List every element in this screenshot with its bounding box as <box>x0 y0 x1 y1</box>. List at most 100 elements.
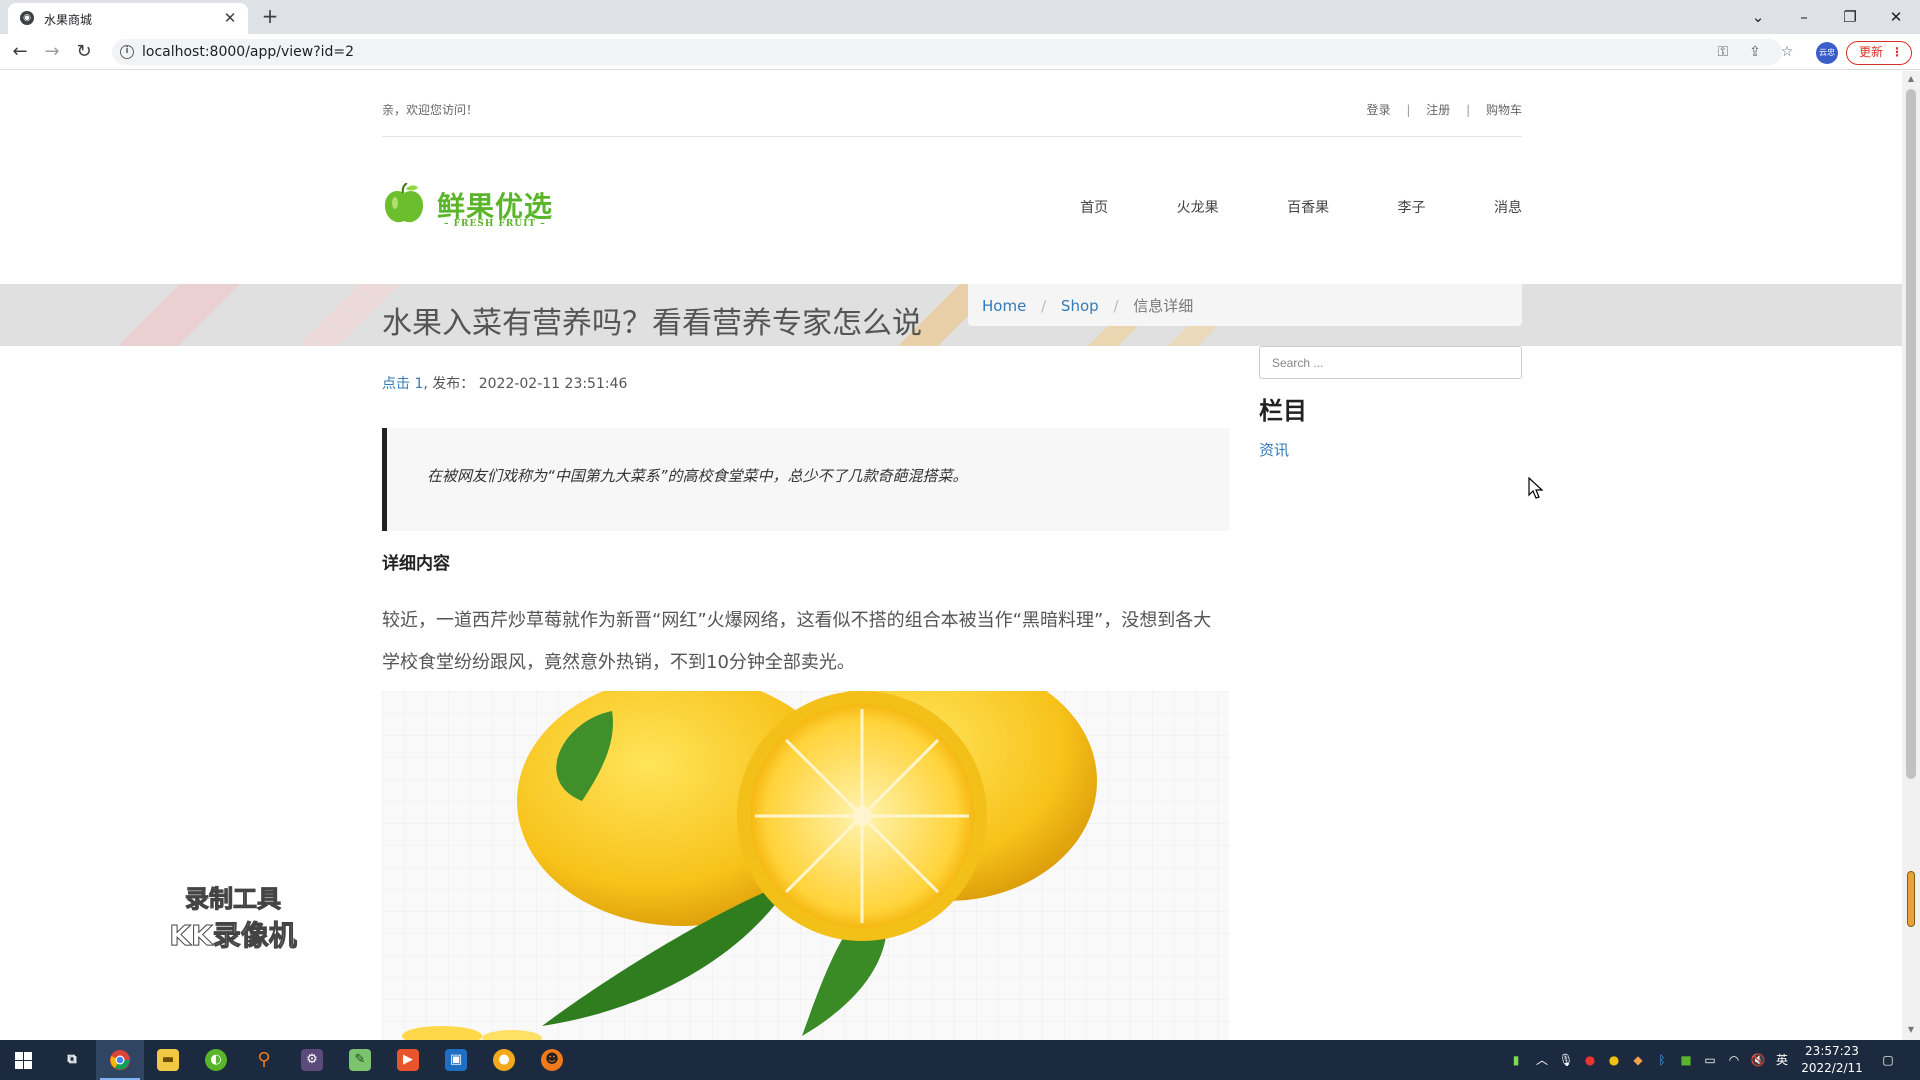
taskbar-clock[interactable]: 23:57:23 2022/2/11 <box>1792 1043 1872 1077</box>
task-view-button[interactable]: ⧉ <box>48 1040 96 1080</box>
menu-dots-icon: ⋮ <box>1891 45 1903 59</box>
breadcrumb-home[interactable]: Home <box>982 297 1026 315</box>
chrome-icon <box>110 1050 130 1070</box>
register-link[interactable]: 注册 <box>1426 101 1450 118</box>
green-tray-icon[interactable]: ■ <box>1678 1052 1694 1068</box>
battery-tray-icon[interactable]: ▮ <box>1508 1052 1524 1068</box>
search-app-icon: ⚲ <box>257 1049 271 1070</box>
banner-decoration <box>80 284 280 346</box>
nav-item-passionfruit[interactable]: 百香果 <box>1287 197 1329 217</box>
breadcrumb-separator: / <box>1041 297 1047 315</box>
taskbar-chrome[interactable] <box>96 1040 144 1080</box>
breadcrumb-shop[interactable]: Shop <box>1061 297 1099 315</box>
hit-count[interactable]: 点击 1 <box>382 376 423 392</box>
taskbar-green-app[interactable]: ◐ <box>192 1040 240 1080</box>
close-tab-icon[interactable]: ✕ <box>220 8 240 28</box>
cart-link[interactable]: 购物车 <box>1486 101 1522 118</box>
scroll-thumb[interactable] <box>1906 89 1916 779</box>
power-tray-icon[interactable]: ▭ <box>1702 1052 1718 1068</box>
account-links: 登录 | 注册 | 购物车 <box>1367 101 1522 118</box>
browser-app-icon: ● <box>493 1049 515 1071</box>
media-app-icon: ▣ <box>445 1049 467 1071</box>
update-button[interactable]: 更新 ⋮ <box>1846 41 1912 65</box>
site-info-icon[interactable]: i <box>120 45 134 59</box>
browser-tab[interactable]: ◉ 水果商城 ✕ <box>8 3 248 34</box>
taskbar-notepad[interactable]: ✎ <box>336 1040 384 1080</box>
recorder-watermark: 录制工具 KK录像机 <box>162 879 304 954</box>
restore-icon[interactable]: ❐ <box>1832 4 1868 30</box>
browser-tab-bar: ◉ 水果商城 ✕ + ⌄ – ❐ ✕ <box>0 0 1920 34</box>
brand-bar: 鲜果优选 – FRESH FRUIT – 首页 火龙果 百香果 李子 消息 <box>382 175 1522 245</box>
taskbar-file-explorer[interactable]: ▬ <box>144 1040 192 1080</box>
notification-icon[interactable]: ▢ <box>1880 1052 1896 1068</box>
separator: | <box>1406 103 1411 117</box>
yellow-tray-icon[interactable]: ● <box>1606 1052 1622 1068</box>
new-tab-icon[interactable]: + <box>258 5 282 29</box>
show-hidden-icons[interactable]: ︿ <box>1534 1052 1550 1068</box>
sidebar-heading: 栏目 <box>1259 397 1307 425</box>
nav-item-home[interactable]: 首页 <box>1080 197 1108 217</box>
share-icon[interactable]: ⇪ <box>1745 42 1765 62</box>
windows-start-icon <box>15 1052 32 1069</box>
article-meta: 点击 1, 发布： 2022-02-11 23:51:46 <box>382 373 627 393</box>
scroll-marker <box>1907 871 1915 927</box>
reload-icon[interactable]: ↻ <box>72 40 96 64</box>
watermark-line2: KK录像机 <box>169 919 297 953</box>
close-window-icon[interactable]: ✕ <box>1878 4 1914 30</box>
nav-item-plum[interactable]: 李子 <box>1398 197 1426 217</box>
bookmark-star-icon[interactable]: ☆ <box>1777 42 1797 62</box>
scroll-down-icon[interactable]: ▼ <box>1905 1025 1917 1037</box>
key-icon[interactable]: ⚿ <box>1713 42 1733 62</box>
face-app-icon: ☻ <box>541 1049 563 1071</box>
taskbar-video-app[interactable]: ▶ <box>384 1040 432 1080</box>
top-info-bar: 亲，欢迎您访问！ 登录 | 注册 | 购物车 <box>382 71 1522 137</box>
start-button[interactable] <box>0 1040 48 1080</box>
article-summary-quote: 在被网友们戏称为“中国第九大菜系”的高校食堂菜中，总少不了几款奇葩混搭菜。 <box>382 428 1229 531</box>
sidebar-search-input[interactable] <box>1259 346 1522 379</box>
taskbar-search-app[interactable]: ⚲ <box>240 1040 288 1080</box>
breadcrumb-separator: / <box>1113 297 1119 315</box>
taskbar-media-app[interactable]: ▣ <box>432 1040 480 1080</box>
page-viewport: 亲，欢迎您访问！ 登录 | 注册 | 购物车 鲜果优选 – FRESH FRUI… <box>0 71 1920 1040</box>
ime-indicator[interactable]: 英 <box>1774 1052 1790 1068</box>
scroll-up-icon[interactable]: ▲ <box>1905 74 1917 86</box>
volume-muted-icon[interactable]: 🔇 <box>1750 1052 1766 1068</box>
mouse-cursor-icon <box>1528 477 1544 499</box>
login-link[interactable]: 登录 <box>1367 101 1391 118</box>
sidebar-link-news[interactable]: 资讯 <box>1259 439 1289 460</box>
article-body: 较近，一道西芹炒草莓就作为新晋“网红”火爆网络，这看似不搭的组合本被当作“黑暗料… <box>382 610 1212 673</box>
nav-item-pitaya[interactable]: 火龙果 <box>1177 197 1219 217</box>
tab-search-icon[interactable]: ⌄ <box>1740 4 1776 30</box>
nav-item-news[interactable]: 消息 <box>1494 197 1522 217</box>
back-icon[interactable]: ← <box>8 40 32 64</box>
windows-taskbar: ⧉ ▬ ◐ ⚲ ⚙ ✎ ▶ ▣ ● ☻ ▮ ︿ 🎙 ● ● ◆ ᛒ ■ ▭ ◠ … <box>0 1040 1920 1080</box>
orange-tray-icon[interactable]: ◆ <box>1630 1052 1646 1068</box>
taskbar-game-app[interactable]: ⚙ <box>288 1040 336 1080</box>
bluetooth-tray-icon[interactable]: ᛒ <box>1654 1052 1670 1068</box>
article-title: 水果入菜有营养吗？看看营养专家怎么说 <box>382 306 922 341</box>
lemon-image <box>382 691 1229 1040</box>
globe-icon: ◉ <box>20 11 34 25</box>
notepad-icon: ✎ <box>349 1049 371 1071</box>
taskbar-browser-app[interactable]: ● <box>480 1040 528 1080</box>
minimize-icon[interactable]: – <box>1786 4 1822 30</box>
profile-avatar[interactable]: 云忠 <box>1816 42 1838 64</box>
watermark-line1: 录制工具 <box>185 885 282 914</box>
breadcrumb: Home / Shop / 信息详细 <box>968 284 1522 326</box>
taskbar-face-app[interactable]: ☻ <box>528 1040 576 1080</box>
red-tray-icon[interactable]: ● <box>1582 1052 1598 1068</box>
clock-date: 2022/2/11 <box>1801 1061 1863 1075</box>
page-scrollbar[interactable]: ▲ ▼ <box>1902 71 1920 1040</box>
clock-time: 23:57:23 <box>1805 1044 1859 1058</box>
wifi-tray-icon[interactable]: ◠ <box>1726 1052 1742 1068</box>
section-title: 详细内容 <box>382 554 450 574</box>
microphone-tray-icon[interactable]: 🎙 <box>1558 1052 1574 1068</box>
publish-label: , 发布： <box>423 376 475 392</box>
publish-time: 2022-02-11 23:51:46 <box>478 376 628 392</box>
address-bar[interactable]: i localhost:8000/app/view?id=2 <box>112 39 1782 65</box>
main-nav: 首页 火龙果 百香果 李子 消息 <box>1016 197 1522 217</box>
green-app-icon: ◐ <box>205 1049 227 1071</box>
forward-icon[interactable]: → <box>40 40 64 64</box>
url-text[interactable]: localhost:8000/app/view?id=2 <box>142 44 354 60</box>
tab-title: 水果商城 <box>44 13 93 27</box>
